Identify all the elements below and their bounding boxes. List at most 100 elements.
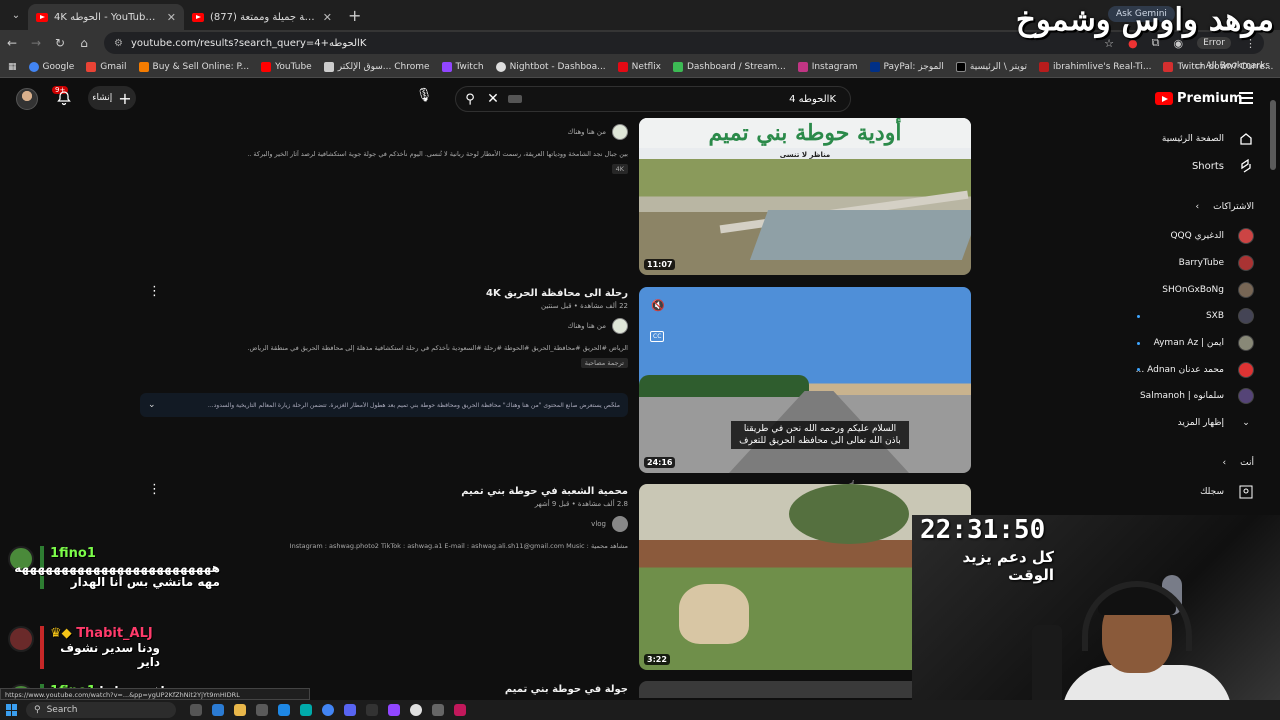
omnibox-actions: ☆ ● ⧉ ◉ Error ⋮ — [1104, 36, 1256, 50]
new-content-dot — [1137, 315, 1140, 318]
app-icon[interactable] — [454, 704, 466, 716]
home-icon — [1238, 131, 1254, 147]
close-icon[interactable]: ✕ — [323, 11, 332, 24]
clear-search-icon[interactable]: ✕ — [484, 91, 502, 107]
page-scrollbar[interactable] — [1270, 100, 1276, 170]
video-thumbnail[interactable]: 🔇 CC السلام عليكم ورحمه الله نحن في طريق… — [639, 287, 971, 473]
google-icon — [28, 61, 39, 72]
create-button[interactable]: إنشاء + — [88, 86, 136, 110]
bookmark-item[interactable]: PayPal: الموجز — [869, 61, 944, 72]
account-avatar[interactable] — [16, 88, 38, 110]
search-icon[interactable]: ⚲ — [456, 92, 484, 107]
all-bookmarks-button[interactable]: ▭ All Bookmarks — [1194, 61, 1270, 71]
more-actions-icon[interactable]: ⋮ — [148, 284, 161, 299]
sidebar-item-channel[interactable]: ايمن | Ayman Az — [1154, 335, 1254, 351]
sidebar-item-label: SHOnGxBoNg — [1162, 285, 1224, 295]
muted-speaker-icon[interactable]: 🔇 — [651, 299, 665, 312]
channel-row[interactable]: vlog — [248, 516, 628, 532]
bookmark-item[interactable]: Instagram — [797, 61, 858, 72]
task-view-icon[interactable] — [190, 704, 202, 716]
tab-youtube-search[interactable]: 4K الحوطه - YouTube (877) ✕ — [28, 4, 184, 30]
more-actions-icon[interactable]: ⋮ — [148, 482, 161, 497]
discord-icon[interactable] — [344, 704, 356, 716]
bookmark-item[interactable]: ibrahimlive's Real-Ti... — [1039, 61, 1151, 72]
file-explorer-icon[interactable] — [234, 704, 246, 716]
youtube-premium-logo[interactable]: Premium — [1155, 91, 1243, 106]
sidebar-item-channel[interactable]: BarryTube — [1179, 255, 1254, 271]
channel-avatar — [1238, 255, 1254, 271]
apps-grid-icon[interactable]: ▦ — [8, 62, 17, 72]
bookmark-item[interactable]: Buy & Sell Online: P... — [138, 61, 249, 72]
tab-search-button[interactable]: ⌄ — [4, 4, 28, 26]
chrome-icon[interactable] — [322, 704, 334, 716]
bookmark-item[interactable]: Gmail — [86, 61, 127, 72]
chrome-active-icon[interactable] — [410, 704, 422, 716]
bookmark-item[interactable]: Nightbot - Dashboa... — [495, 61, 606, 72]
settings-icon[interactable] — [432, 704, 444, 716]
channel-row[interactable]: من هنا وهناك — [248, 318, 628, 334]
new-tab-button[interactable]: + — [348, 6, 361, 25]
sidebar-show-more[interactable]: ⌄ إظهار المزيد — [1178, 415, 1254, 431]
bookmark-item[interactable]: سوق الإلكتر... Chrome — [323, 61, 430, 72]
youtube-favicon-icon — [36, 12, 48, 22]
video-title[interactable]: رحلة الى محافظة الحريق 4K — [248, 288, 628, 299]
sidebar-item-channel[interactable]: الدغيري QQQ — [1170, 228, 1254, 244]
stream-chat-overlay: 1fino1 هههههههههههههههههههههههههه مهه ما… — [0, 540, 360, 710]
chat-username: ♛◆ Thabit_ALJ — [50, 626, 160, 641]
bookmark-item[interactable]: Netflix — [617, 61, 661, 72]
windows-start-icon[interactable] — [6, 704, 18, 716]
keyboard-icon[interactable] — [508, 95, 522, 103]
ai-summary-row[interactable]: ملخّص يستعرض صانع المحتوى "من هنا وهناك"… — [140, 393, 628, 417]
sidebar-item-label: SXB — [1205, 311, 1224, 321]
error-badge[interactable]: Error — [1197, 37, 1231, 49]
sidebar-item-label: ايمن | Ayman Az — [1153, 338, 1224, 348]
voice-search-mic-icon[interactable]: 🎙 — [413, 88, 435, 110]
instagram-icon — [797, 61, 808, 72]
sidebar-item-label: محمد عدنان Adnan ... — [1135, 365, 1224, 375]
taskbar-search[interactable]: ⚲ Search — [26, 702, 176, 718]
edge-icon[interactable] — [212, 704, 224, 716]
bookmark-item[interactable]: تويتر \ الرئيسية — [955, 61, 1027, 72]
tab-youtube-video[interactable]: (877) جولة صباحية جميلة وممتعة ✕ — [184, 4, 340, 30]
reload-icon[interactable]: ↻ — [48, 36, 72, 50]
sidebar-subscriptions-header[interactable]: الاشتراكات › — [1196, 202, 1254, 212]
guide-menu-icon[interactable] — [1239, 92, 1253, 104]
sidebar-item-label: سلمانوه | Salmanoh — [1139, 391, 1224, 401]
bookmark-star-icon[interactable]: ☆ — [1104, 37, 1114, 50]
extension-icon[interactable]: ● — [1128, 37, 1138, 50]
twitch-icon[interactable] — [388, 704, 400, 716]
puzzle-icon[interactable]: ⧉ — [1152, 36, 1160, 50]
sidebar-item-channel[interactable]: سلمانوه | Salmanoh — [1140, 388, 1254, 404]
chat-text: ودنا سدير نشوف داير — [60, 641, 160, 669]
sidebar-item-channel[interactable]: SHOnGxBoNg — [1162, 282, 1254, 298]
sidebar-you-header[interactable]: أنت › — [1223, 458, 1254, 468]
video-title[interactable]: محمية الشعبة في حوطة بني تميم — [248, 486, 628, 497]
home-icon[interactable]: ⌂ — [72, 36, 96, 50]
bell-icon[interactable] — [56, 90, 72, 106]
channel-row[interactable]: من هنا وهناك — [248, 124, 628, 140]
search-input[interactable]: الحوطه 4K — [789, 94, 836, 105]
bookmark-item[interactable]: Dashboard / Stream... — [672, 61, 786, 72]
app-icon[interactable] — [300, 704, 312, 716]
sidebar-item-home[interactable]: الصفحة الرئيسية — [1162, 131, 1254, 147]
back-icon[interactable]: ← — [0, 36, 24, 50]
mail-icon[interactable] — [278, 704, 290, 716]
close-icon[interactable]: ✕ — [167, 11, 176, 24]
site-info-icon[interactable]: ⚙ — [114, 38, 123, 49]
bookmark-item[interactable]: YouTube — [261, 61, 312, 72]
store-icon[interactable] — [256, 704, 268, 716]
bookmark-item[interactable]: Google — [28, 61, 74, 72]
closed-captions-icon[interactable]: CC — [650, 331, 665, 342]
search-box[interactable]: ⚲ ✕ الحوطه 4K — [455, 86, 851, 112]
obs-icon[interactable] — [366, 704, 378, 716]
profile-icon[interactable]: ◉ — [1173, 37, 1183, 50]
menu-dots-icon[interactable]: ⋮ — [1245, 37, 1256, 50]
sidebar-item-channel[interactable]: SXB — [1206, 308, 1254, 324]
sidebar-item-channel[interactable]: محمد عدنان Adnan ... — [1136, 362, 1254, 378]
bookmark-item[interactable]: Twitch — [441, 61, 484, 72]
forward-icon[interactable]: → — [24, 36, 48, 50]
sidebar-item-shorts[interactable]: Shorts — [1192, 158, 1254, 174]
chevron-down-icon[interactable]: ⌄ — [148, 400, 156, 410]
video-thumbnail[interactable]: أودية حوطة بني تميم مناظر لا تنسى 11:07 — [639, 118, 971, 275]
sidebar-item-history[interactable]: سجلك — [1200, 484, 1254, 500]
